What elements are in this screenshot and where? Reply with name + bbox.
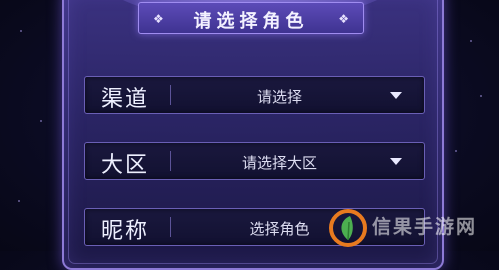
- field-divider: [170, 151, 171, 171]
- caret-down-icon[interactable]: [390, 158, 402, 166]
- dialog-header: ❖ 请选择角色 ❖: [138, 2, 364, 34]
- channel-select[interactable]: 渠道 请选择: [84, 76, 425, 114]
- region-value: 请选择大区: [241, 154, 317, 172]
- field-divider: [170, 85, 171, 105]
- channel-label: 渠道: [101, 87, 150, 112]
- leaf-logo-icon: [329, 209, 367, 247]
- dialog-title: 请选择角色: [193, 11, 309, 32]
- field-divider: [170, 217, 171, 237]
- diamond-ornament-icon: ❖: [338, 12, 349, 26]
- channel-value: 请选择: [256, 88, 302, 106]
- caret-down-icon[interactable]: [390, 92, 402, 100]
- nickname-label: 昵称: [101, 219, 150, 244]
- region-label: 大区: [101, 153, 150, 178]
- watermark-text: 信果手游网: [372, 216, 478, 238]
- region-select[interactable]: 大区 请选择大区: [84, 142, 425, 180]
- site-watermark: 信果手游网: [320, 204, 499, 251]
